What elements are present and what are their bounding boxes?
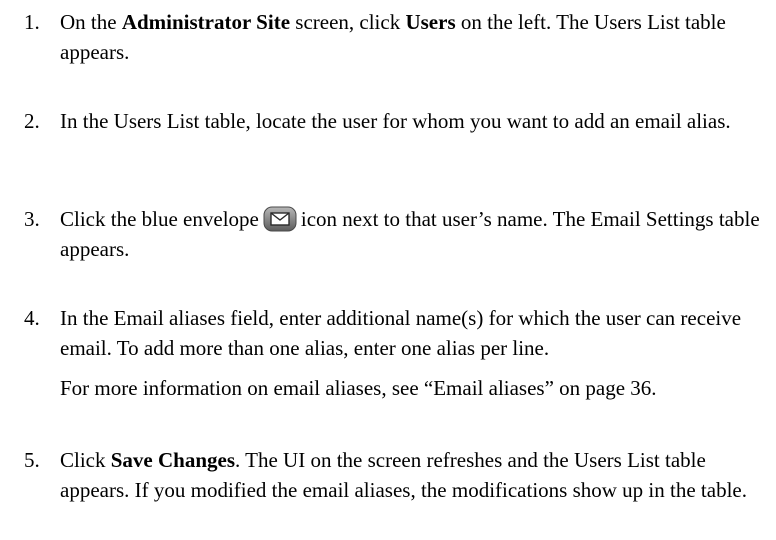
step-text: On the Administrator Site screen, click …: [60, 7, 766, 67]
step-text: Click Save Changes. The UI on the screen…: [60, 445, 766, 505]
step-5: 5. Click Save Changes. The UI on the scr…: [0, 445, 776, 505]
step-text-segment: screen, click: [290, 10, 406, 34]
step-1: 1. On the Administrator Site screen, cli…: [0, 7, 776, 67]
step-2: 2. In the Users List table, locate the u…: [0, 106, 776, 136]
step-text: Click the blue envelope icon next to tha…: [60, 204, 766, 264]
step-number: 4.: [24, 306, 40, 330]
step-4: 4. In the Email aliases field, enter add…: [0, 303, 776, 403]
step-text-segment: Click the blue envelope: [60, 207, 259, 231]
ui-term-administrator-site: Administrator Site: [121, 10, 291, 34]
step-text: In the Email aliases field, enter additi…: [60, 306, 742, 360]
step-text-segment: Click: [60, 448, 111, 472]
ui-term-save-changes: Save Changes: [110, 448, 236, 472]
step-3: 3. Click the blue envelope icon next to …: [0, 204, 776, 264]
ui-term-users: Users: [405, 10, 456, 34]
step-text-segment: On the: [60, 10, 122, 34]
step-number: 3.: [24, 207, 40, 231]
step-text: In the Users List table, locate the user…: [60, 109, 731, 133]
step-number: 1.: [24, 10, 40, 34]
step-number: 5.: [24, 448, 40, 472]
envelope-icon: [263, 206, 297, 232]
step-note: For more information on email aliases, s…: [60, 376, 657, 400]
step-number: 2.: [24, 109, 40, 133]
